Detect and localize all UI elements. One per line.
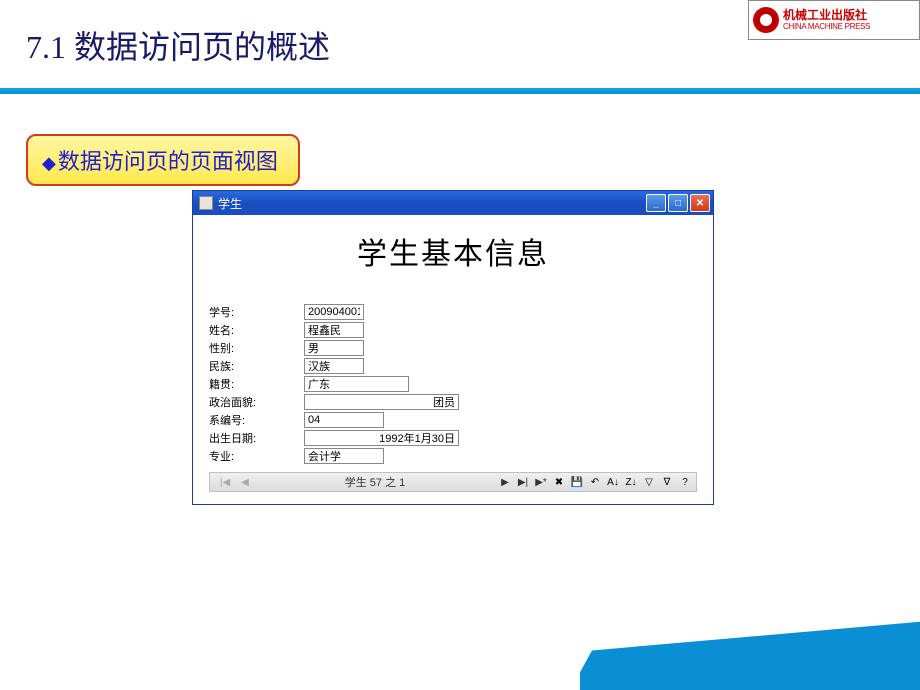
field-label: 学号: <box>209 304 304 320</box>
form-row: 政治面貌: <box>209 393 697 410</box>
field-input[interactable] <box>304 394 459 410</box>
field-label: 民族: <box>209 358 304 374</box>
first-record-button[interactable]: |◀ <box>218 477 232 488</box>
help-icon[interactable]: ? <box>678 475 692 489</box>
delete-icon[interactable]: ✖ <box>552 475 566 489</box>
form-row: 民族: <box>209 357 697 374</box>
form-row: 姓名: <box>209 321 697 338</box>
undo-icon[interactable]: ↶ <box>588 475 602 489</box>
filter-toggle-icon[interactable]: ∇ <box>660 475 674 489</box>
app-window: 学生 _ □ ✕ 学生基本信息 学号: 姓名: 性别: 民族: 籍贯: 政治面貌: 系编号:… <box>192 190 714 505</box>
window-body: 学生基本信息 学号: 姓名: 性别: 民族: 籍贯: 政治面貌: 系编号: 出生日期: 专业: |… <box>193 215 713 504</box>
sort-asc-icon[interactable]: A↓ <box>606 475 620 489</box>
form-row: 籍贯: <box>209 375 697 392</box>
field-input[interactable] <box>304 322 364 338</box>
form-row: 专业: <box>209 447 697 464</box>
close-button[interactable]: ✕ <box>690 194 710 212</box>
field-input[interactable] <box>304 304 364 320</box>
field-input[interactable] <box>304 376 409 392</box>
next-record-button[interactable]: ▶ <box>498 477 512 488</box>
field-input[interactable] <box>304 430 459 446</box>
field-input[interactable] <box>304 358 364 374</box>
publisher-logo: 机械工业出版社 CHINA MACHINE PRESS <box>748 0 920 40</box>
field-input[interactable] <box>304 448 384 464</box>
field-label: 出生日期: <box>209 430 304 446</box>
field-label: 专业: <box>209 448 304 464</box>
slide-header: 7.1 数据访问页的概述 机械工业出版社 CHINA MACHINE PRESS <box>0 0 920 88</box>
window-icon <box>199 196 213 210</box>
callout-box: ◆数据访问页的页面视图 <box>26 134 300 186</box>
form-area: 学号: 姓名: 性别: 民族: 籍贯: 政治面貌: 系编号: 出生日期: 专业: |◀ ◀学生 57… <box>197 303 709 500</box>
form-row: 出生日期: <box>209 429 697 446</box>
form-row: 学号: <box>209 303 697 320</box>
prev-record-button[interactable]: ◀ <box>238 477 252 488</box>
field-label: 系编号: <box>209 412 304 428</box>
field-label: 籍贯: <box>209 376 304 392</box>
gear-icon <box>753 7 779 33</box>
section-name: 数据访问页的概述 <box>74 29 330 65</box>
form-row: 系编号: <box>209 411 697 428</box>
sort-desc-icon[interactable]: Z↓ <box>624 475 638 489</box>
slide-content: ◆数据访问页的页面视图 学生 _ □ ✕ 学生基本信息 学号: 姓名: 性别: 民族:… <box>0 94 920 690</box>
field-label: 政治面貌: <box>209 394 304 410</box>
callout-text: 数据访问页的页面视图 <box>58 149 278 174</box>
window-title: 学生 <box>218 195 644 212</box>
field-input[interactable] <box>304 340 364 356</box>
minimize-button[interactable]: _ <box>646 194 666 212</box>
page-heading: 学生基本信息 <box>197 219 709 303</box>
maximize-button[interactable]: □ <box>668 194 688 212</box>
new-record-button[interactable]: ▶* <box>534 477 548 488</box>
record-position: 学生 57 之 1 <box>252 474 498 490</box>
field-label: 姓名: <box>209 322 304 338</box>
last-record-button[interactable]: ▶| <box>516 477 530 488</box>
field-input[interactable] <box>304 412 384 428</box>
save-icon[interactable]: 💾 <box>570 475 584 489</box>
footer-decoration <box>580 600 920 690</box>
diamond-icon: ◆ <box>42 153 56 173</box>
section-number: 7.1 <box>26 29 66 65</box>
field-label: 性别: <box>209 340 304 356</box>
filter-icon[interactable]: ▽ <box>642 475 656 489</box>
titlebar[interactable]: 学生 _ □ ✕ <box>193 191 713 215</box>
publisher-name-cn: 机械工业出版社 <box>783 9 870 22</box>
publisher-name-en: CHINA MACHINE PRESS <box>783 22 870 31</box>
record-nav-bar: |◀ ◀学生 57 之 1▶ ▶| ▶* ✖ 💾 ↶ A↓ Z↓ ▽ ∇? <box>209 472 697 492</box>
form-row: 性别: <box>209 339 697 356</box>
